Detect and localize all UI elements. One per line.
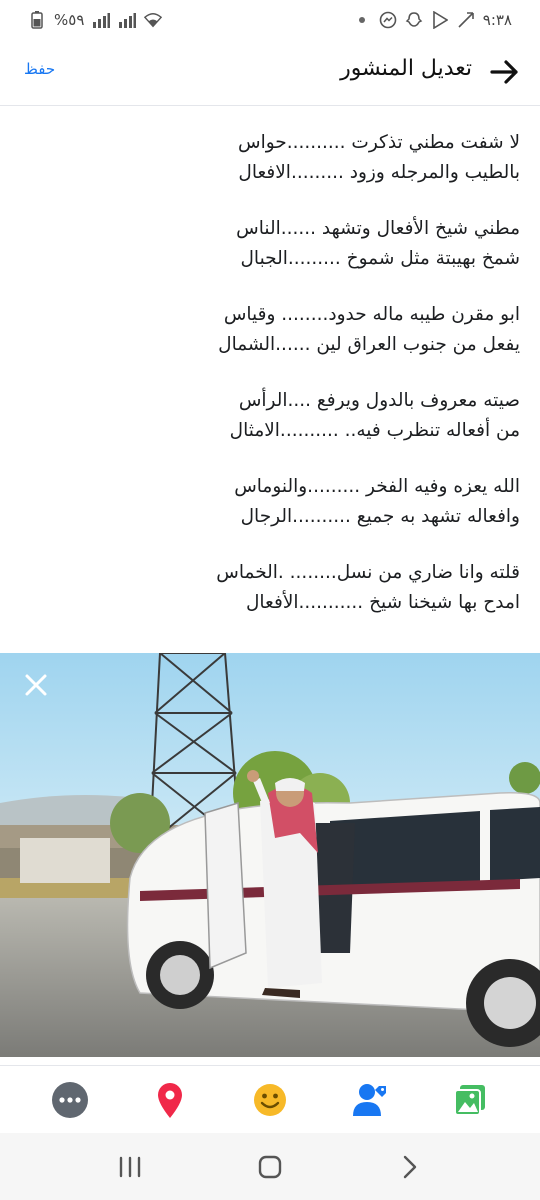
photo-video-button[interactable]	[446, 1076, 494, 1124]
tag-people-button[interactable]	[346, 1076, 394, 1124]
status-left: %٥٩	[28, 11, 163, 29]
feeling-smile-icon	[254, 1083, 286, 1116]
play-store-icon	[431, 11, 449, 29]
signal-icon-2	[118, 11, 137, 29]
battery-icon	[28, 11, 46, 29]
location-pin-icon	[158, 1082, 182, 1118]
feeling-button[interactable]	[246, 1076, 294, 1124]
poem-line: امدح بها شيخنا شيخ ...........الأفعال	[245, 592, 520, 613]
tag-people-icon	[353, 1083, 386, 1116]
poem-line: وافعاله تشهد به جميع ..........الرجال	[240, 506, 520, 527]
battery-percent: %٥٩	[54, 11, 85, 29]
wifi-icon	[144, 11, 163, 29]
poem-line: قلته وانا ضاري من نسل........ .الخماس	[216, 562, 520, 583]
attached-photo[interactable]	[0, 653, 540, 1057]
poem-line: من أفعاله تنظرب فيه.. ..........الامثال	[229, 420, 520, 441]
photo-gallery-icon	[454, 1084, 485, 1116]
close-icon	[25, 674, 47, 696]
more-icon	[52, 1081, 88, 1118]
snapchat-icon	[405, 11, 423, 29]
status-right: ٩:٣٨	[353, 11, 512, 29]
poem-line: بالطيب والمرجله وزود .........الافعال	[238, 162, 520, 183]
stanza: مطني شيخ الأفعال وتشهد ......الناس شمخ ب…	[20, 214, 520, 274]
signal-icon	[92, 11, 111, 29]
post-text-editor[interactable]: لا شفت مطني تذكرت ..........حواس بالطيب …	[20, 128, 520, 644]
dot-icon	[353, 11, 371, 29]
check-in-button[interactable]	[146, 1076, 194, 1124]
poem-line: ابو مقرن طيبه ماله حدود........ وقياس	[223, 304, 520, 325]
chevron-right-icon	[403, 1155, 417, 1178]
remove-photo-button[interactable]	[22, 671, 50, 699]
messenger-icon	[379, 11, 397, 29]
poem-line: مطني شيخ الأفعال وتشهد ......الناس	[236, 218, 520, 239]
clock: ٩:٣٨	[482, 11, 512, 29]
more-options-button[interactable]	[46, 1076, 94, 1124]
stanza: لا شفت مطني تذكرت ..........حواس بالطيب …	[20, 128, 520, 188]
page-title: تعديل المنشور	[340, 56, 472, 81]
home-icon	[258, 1155, 282, 1178]
composer-toolbar	[0, 1065, 540, 1133]
poem-line: لا شفت مطني تذكرت ..........حواس	[238, 132, 520, 153]
photo-image	[0, 653, 540, 1057]
poem-line: صيته معروف بالدول ويرفع ....الرأس	[238, 390, 520, 411]
stanza: قلته وانا ضاري من نسل........ .الخماس ام…	[20, 558, 520, 618]
app-header: حفظ تعديل المنشور	[0, 40, 540, 106]
poem-line: يفعل من جنوب العراق لين ......الشمال	[218, 334, 520, 355]
stanza: الله يعزه وفيه الفخر .........والنوماس و…	[20, 472, 520, 532]
save-button[interactable]: حفظ	[24, 60, 55, 78]
stanza: صيته معروف بالدول ويرفع ....الرأس من أفع…	[20, 386, 520, 446]
back-arrow-button[interactable]	[486, 54, 522, 90]
home-button[interactable]	[246, 1143, 294, 1191]
poem-line: شمخ بهيبتة مثل شموخ .........الجبال	[240, 248, 520, 269]
status-bar: %٥٩ ٩:٣٨	[0, 0, 540, 40]
system-nav-bar	[0, 1133, 540, 1200]
recent-apps-button[interactable]	[106, 1143, 154, 1191]
recent-apps-icon	[119, 1156, 141, 1177]
stanza: ابو مقرن طيبه ماله حدود........ وقياس يف…	[20, 300, 520, 360]
poem-line: الله يعزه وفيه الفخر .........والنوماس	[234, 476, 520, 497]
system-back-button[interactable]	[386, 1143, 434, 1191]
back-arrow-icon	[490, 60, 518, 84]
share-icon	[457, 11, 475, 29]
